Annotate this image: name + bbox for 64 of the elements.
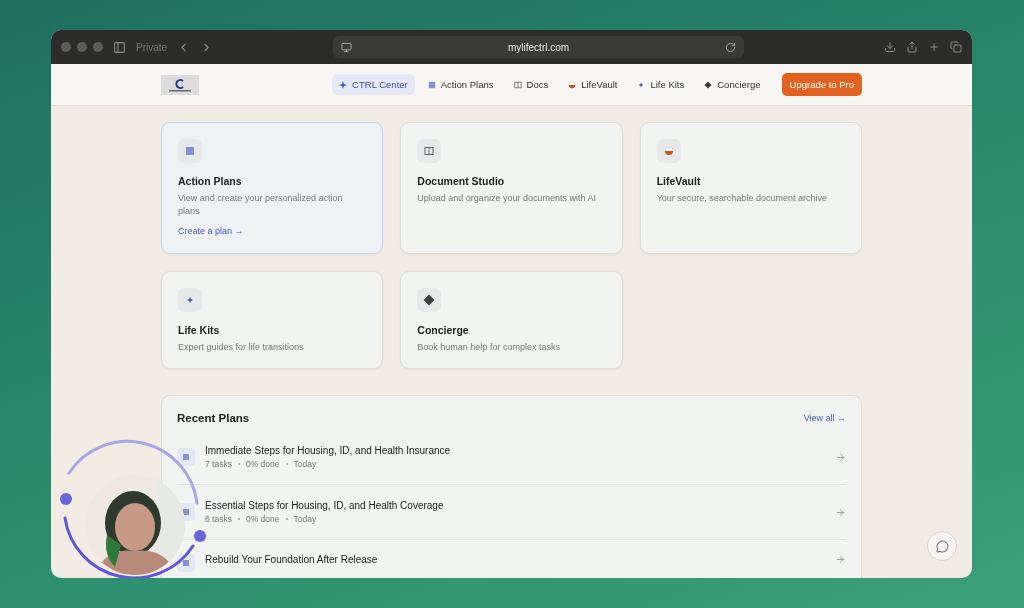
view-all-link[interactable]: View all → <box>803 413 846 423</box>
plan-meta: 7 tasks <box>205 459 232 469</box>
plan-title[interactable]: Rebuild Your Foundation After Release <box>205 554 825 565</box>
plan-meta: Today <box>293 459 317 469</box>
nav-tab[interactable]: Concierge <box>697 74 768 95</box>
reload-icon[interactable] <box>725 41 736 53</box>
plan-meta: 6 tasks <box>205 514 232 524</box>
sparkle-icon <box>339 80 348 89</box>
zoom-button[interactable] <box>93 42 103 52</box>
download-icon[interactable] <box>884 41 896 53</box>
page-icon <box>341 41 353 53</box>
card-title: Action Plans <box>178 175 243 187</box>
card-title: LifeVault <box>656 175 702 187</box>
plan-title[interactable]: Essential Steps for Housing, ID, and Health Coverage <box>205 500 825 511</box>
create-plan-link[interactable]: Create a plan → <box>178 226 244 236</box>
card-title: Concierge <box>417 324 470 336</box>
card-description: Your secure, searchable document archive <box>656 192 828 205</box>
minimize-button[interactable] <box>77 42 87 52</box>
share-icon[interactable] <box>906 41 918 53</box>
feature-card[interactable]: Action Plans View and create your personalized action plans Create a plan → <box>161 122 384 254</box>
address-bar[interactable]: mylifectrl.com <box>333 36 744 58</box>
nav-tab[interactable]: LifeVault <box>561 74 625 95</box>
plan-meta: Today <box>293 514 317 524</box>
tab-label: Private <box>136 41 168 53</box>
new-tab-icon[interactable] <box>928 41 940 53</box>
nav-tab[interactable]: Docs <box>506 74 556 95</box>
feature-card[interactable]: LifeVault Your secure, searchable document archive <box>639 122 862 254</box>
card-title: Life Kits <box>178 324 221 336</box>
sidebar-icon[interactable] <box>113 40 126 54</box>
chat-icon <box>935 539 949 553</box>
plan-title[interactable]: Immediate Steps for Housing, ID, and Health Insurance <box>205 445 825 456</box>
feature-card[interactable]: Life Kits Expert guides for life transitions <box>161 271 384 369</box>
plan-icon <box>177 448 195 466</box>
diamond-icon <box>704 80 713 89</box>
square-icon <box>185 146 195 156</box>
panel-title: Recent Plans <box>177 412 250 424</box>
square-icon <box>427 80 436 89</box>
card-description: Upload and organize your documents with AI <box>417 192 597 205</box>
bowl-icon <box>663 146 674 156</box>
logo[interactable] <box>161 74 199 95</box>
plan-meta: 0% done <box>245 514 280 524</box>
arrow-icon[interactable] <box>835 451 846 463</box>
chat-button[interactable] <box>927 531 957 561</box>
url-text: mylifectrl.com <box>508 41 570 53</box>
arrow-icon[interactable] <box>835 506 846 518</box>
close-button[interactable] <box>61 42 71 52</box>
card-description: Expert guides for life transitions <box>178 341 305 354</box>
nav-tab[interactable]: Action Plans <box>420 74 501 95</box>
card-title: Document Studio <box>417 175 506 187</box>
feature-card[interactable]: Document Studio Upload and organize your documents with AI <box>400 122 623 254</box>
nav-tab[interactable]: Life Kits <box>630 74 692 95</box>
columns-icon <box>513 80 522 89</box>
bowl-icon <box>568 80 577 89</box>
nav-tab[interactable]: CTRL Center <box>332 74 415 95</box>
tabs-icon[interactable] <box>950 41 962 53</box>
feature-card[interactable]: Concierge Book human help for complex tasks <box>400 271 623 369</box>
plan-meta: 0% done <box>245 459 280 469</box>
upgrade-button[interactable]: Upgrade to Pro <box>781 73 862 96</box>
card-description: View and create your personalized action plans <box>178 192 344 218</box>
diamond-icon <box>423 294 436 306</box>
arrow-icon[interactable] <box>835 554 846 565</box>
columns-icon <box>424 146 435 156</box>
card-description: Book human help for complex tasks <box>417 341 561 354</box>
sparkle-icon <box>185 295 195 305</box>
